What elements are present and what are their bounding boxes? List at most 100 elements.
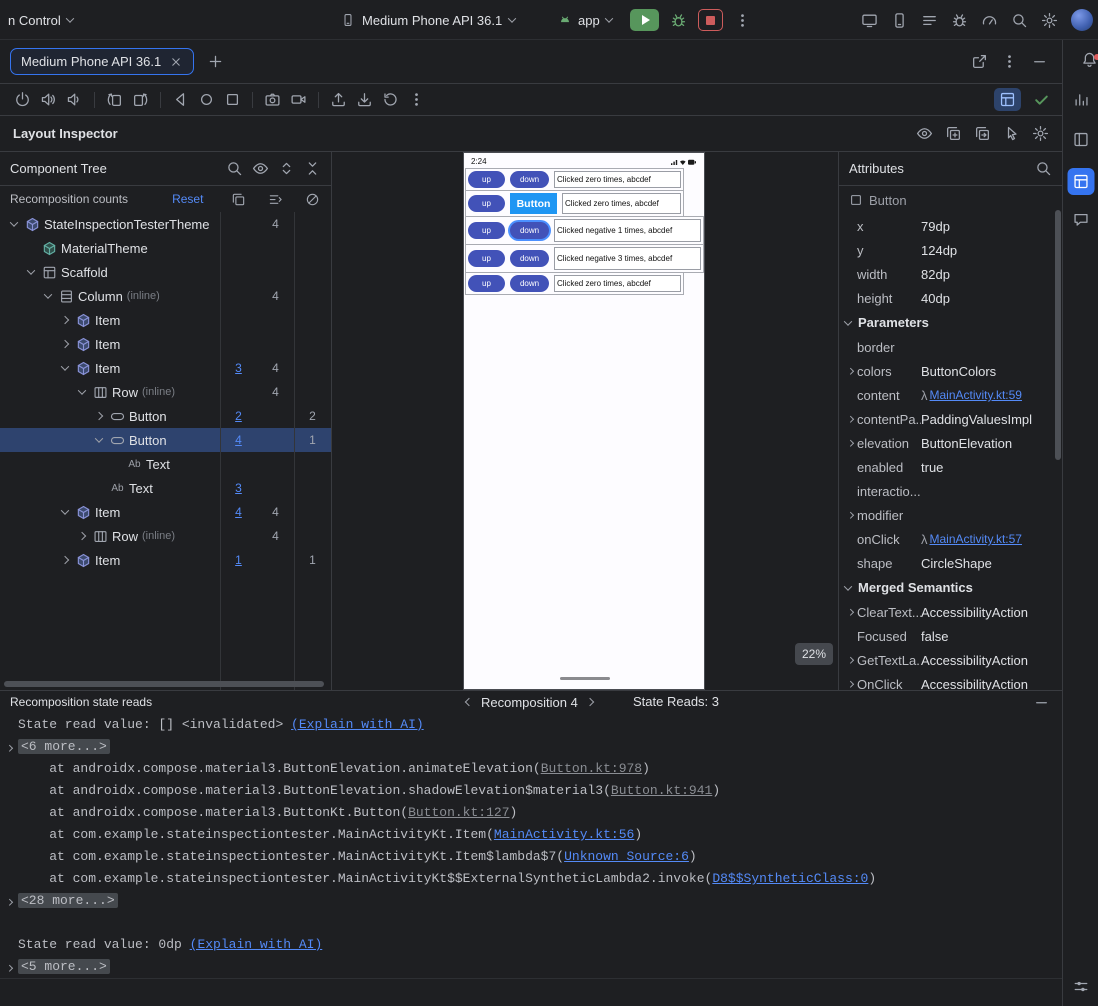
tree-chevron-icon[interactable] [57,339,72,349]
avatar[interactable] [1071,9,1093,31]
recomposition-count[interactable]: 4 [220,505,257,519]
skip-count-icon[interactable] [305,192,320,207]
more-options-icon[interactable] [408,91,425,108]
volume-down-icon[interactable] [66,91,83,108]
attribute-source-link[interactable]: MainActivity.kt:59 [930,388,1022,402]
tree-node-materialtheme[interactable]: MaterialTheme [0,236,331,260]
screen-record-icon[interactable] [290,91,307,108]
visibility-icon[interactable] [252,160,269,177]
down-button[interactable]: down [510,222,549,239]
stack-frame-link[interactable]: D8$$SyntheticClass:0 [712,871,868,886]
notifications-icon[interactable] [1081,52,1098,71]
expand-icon[interactable] [843,680,857,688]
expand-icon[interactable] [6,956,13,978]
reset-icon[interactable] [382,91,399,108]
vcs-widget[interactable]: n Control [8,0,74,40]
attributes-section-parameters[interactable]: Parameters [839,310,1062,335]
tree-chevron-icon[interactable] [91,411,106,421]
collapsed-frames-chip[interactable]: <5 more...> [18,959,110,974]
tree-chevron-icon[interactable] [23,266,38,275]
new-tab-button[interactable] [207,53,224,70]
up-button[interactable]: up [468,250,505,267]
stack-frame-link[interactable]: MainActivity.kt:56 [494,827,634,842]
tree-chevron-icon[interactable] [6,218,21,227]
screenshot-icon[interactable] [264,91,281,108]
power-icon[interactable] [14,91,31,108]
expand-icon[interactable] [843,511,857,519]
stop-button[interactable] [698,9,723,31]
export-icon[interactable] [974,125,991,142]
tree-chevron-icon[interactable] [91,434,106,443]
up-button[interactable]: up [468,195,505,212]
home-icon[interactable] [198,91,215,108]
recomposition-count[interactable]: 3 [220,481,257,495]
recomposition-count-icon[interactable] [231,192,246,207]
attributes-section-merged-semantics[interactable]: Merged Semantics [839,575,1062,600]
sync-device-icon[interactable] [891,12,908,29]
device-screen[interactable]: 2:24 up down Clicked zero times, abcdef up B… [463,152,705,690]
run-button[interactable] [630,9,659,31]
reset-counts-link[interactable]: Reset [172,192,203,206]
tree-node-item[interactable]: Item [0,332,331,356]
tree-node-row[interactable]: Row (inline) 4 [0,524,331,548]
horizontal-scrollbar[interactable] [4,681,324,687]
tree-node-item[interactable]: Item 4 4 [0,500,331,524]
tree-node-text[interactable]: Ab Text 3 [0,476,331,500]
snapshot-icon[interactable] [945,125,962,142]
expand-icon[interactable] [843,439,857,447]
tree-node-text[interactable]: Ab Text [0,452,331,476]
device-explorer-icon[interactable] [1072,131,1089,151]
tree-chevron-icon[interactable] [40,290,55,299]
minimize-icon[interactable] [1033,694,1050,711]
up-button[interactable]: up [468,171,505,188]
expand-icon[interactable] [6,736,13,758]
down-button[interactable]: down [510,250,549,267]
logcat-icon[interactable] [921,12,938,29]
tree-node-row[interactable]: Row (inline) 4 [0,380,331,404]
layout-inspector-stripe-button[interactable] [1067,168,1094,195]
save-icon[interactable] [356,91,373,108]
debug-apk-icon[interactable] [951,12,968,29]
recomposition-count[interactable]: 4 [220,433,257,447]
inspector-settings-icon[interactable] [1032,125,1049,142]
expand-icon[interactable] [843,608,857,616]
stack-frame-link[interactable]: Button.kt:978 [541,761,642,776]
tune-icon[interactable] [1072,978,1089,998]
collapse-all-icon[interactable] [304,160,321,177]
collapsed-frames-chip[interactable]: <28 more...> [18,893,118,908]
recomposition-count[interactable]: 1 [220,553,257,567]
hide-panel-icon[interactable] [1031,53,1048,70]
recomposition-count[interactable]: 2 [220,409,257,423]
expand-icon[interactable] [843,656,857,664]
device-mirror-icon[interactable] [861,12,878,29]
upload-icon[interactable] [330,91,347,108]
search-icon[interactable] [226,160,243,177]
search-icon[interactable] [1035,160,1052,177]
open-in-window-icon[interactable] [971,53,988,70]
close-icon[interactable] [169,55,183,69]
vertical-scrollbar[interactable] [1055,210,1061,460]
tree-node-scaffold[interactable]: Scaffold [0,260,331,284]
child-count-icon[interactable] [268,192,283,207]
tree-node-stateinspectiontestertheme[interactable]: StateInspectionTesterTheme 4 [0,212,331,236]
prev-recomposition-button[interactable] [464,697,474,707]
next-recomposition-button[interactable] [585,697,595,707]
stack-frame-link[interactable]: Unknown Source:6 [564,849,689,864]
down-button[interactable]: down [510,275,549,292]
profiler-icon[interactable] [1072,91,1089,111]
attribute-source-link[interactable]: MainActivity.kt:57 [930,532,1022,546]
debug-button[interactable] [670,12,687,29]
search-icon[interactable] [1011,12,1028,29]
down-button[interactable]: down [510,171,549,188]
tree-chevron-icon[interactable] [57,315,72,325]
tree-node-item[interactable]: Item 3 4 [0,356,331,380]
tree-node-item[interactable]: Item 1 1 [0,548,331,572]
up-button[interactable]: up [468,275,505,292]
profiler-icon[interactable] [981,12,998,29]
live-updates-icon[interactable] [916,125,933,142]
expand-icon[interactable] [843,367,857,375]
expand-all-icon[interactable] [278,160,295,177]
tree-chevron-icon[interactable] [57,506,72,515]
tree-chevron-icon[interactable] [57,362,72,371]
stack-frame-link[interactable]: Button.kt:941 [611,783,712,798]
